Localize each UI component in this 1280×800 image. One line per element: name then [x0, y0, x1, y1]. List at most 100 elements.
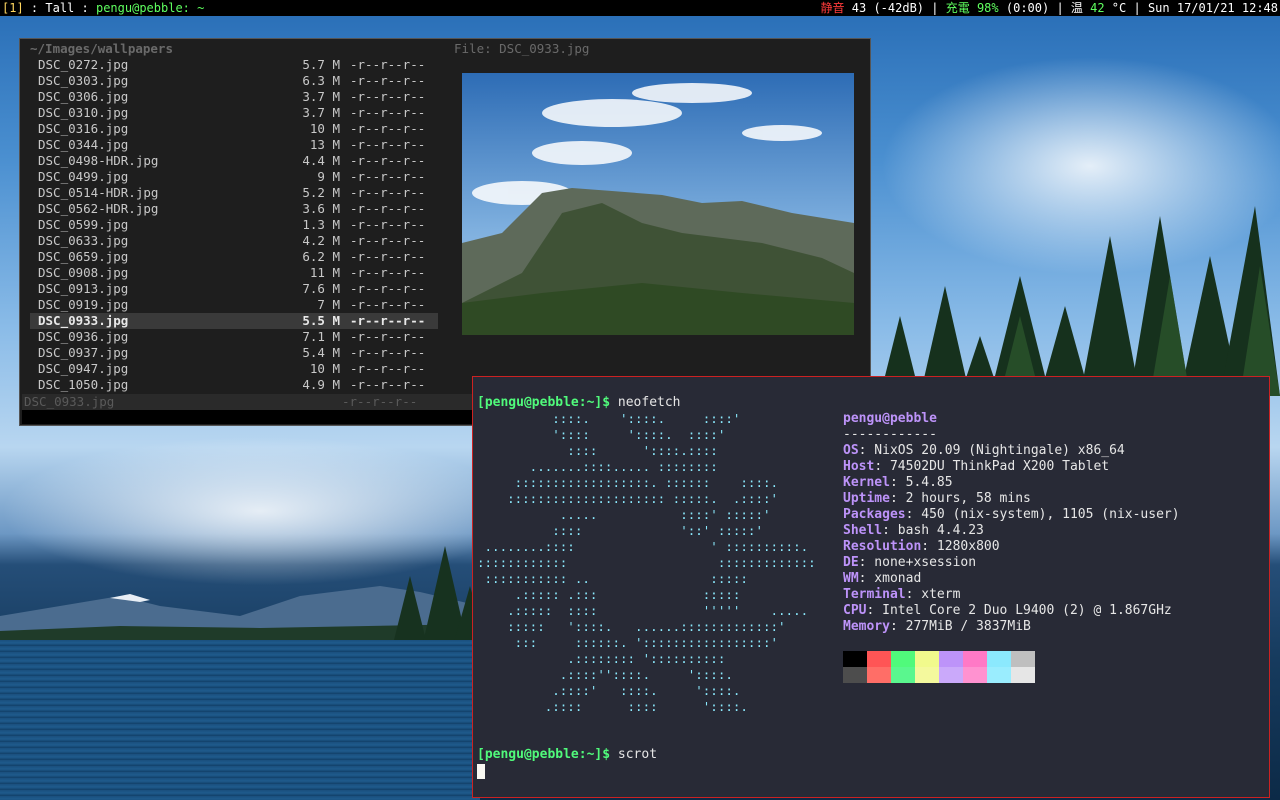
status-bar: [1] : Tall : pengu@pebble: ~ 静音 43 (-42d… [0, 0, 1280, 16]
file-size: 7.1 M [302, 329, 340, 344]
color-swatch [915, 667, 939, 683]
info-key: Memory [843, 619, 890, 634]
file-permissions: -r--r--r-- [350, 121, 426, 136]
file-size: 10 M [309, 361, 340, 376]
file-row[interactable]: DSC_0633.jpg 4.2 M -r--r--r-- [30, 233, 438, 249]
preview-photo [462, 73, 854, 335]
window-title: pengu@pebble: ~ [95, 1, 205, 15]
file-row[interactable]: DSC_0316.jpg 10 M -r--r--r-- [30, 121, 438, 137]
file-permissions: -r--r--r-- [350, 185, 426, 200]
info-key: Shell [843, 523, 883, 538]
file-row[interactable]: DSC_0936.jpg 7.1 M -r--r--r-- [30, 329, 438, 345]
info-value: : 74502DU ThinkPad X200 Tablet [874, 459, 1110, 474]
info-value: : xmonad [858, 571, 922, 586]
image-preview [462, 73, 854, 335]
info-row: Shell: bash 4.4.23 [843, 523, 1180, 539]
file-permissions: -r--r--r-- [350, 345, 426, 360]
palette-row [843, 651, 1035, 667]
file-size: 1.3 M [302, 217, 340, 232]
file-name: DSC_0599.jpg [38, 217, 129, 232]
file-list[interactable]: DSC_0272.jpg 5.7 M -r--r--r-- DSC_0303.jpg 6… [30, 57, 438, 393]
file-name: DSC_0562-HDR.jpg [38, 201, 159, 216]
file-row[interactable]: DSC_0599.jpg 1.3 M -r--r--r-- [30, 217, 438, 233]
info-value: : 277MiB / 3837MiB [889, 619, 1031, 634]
temperature: 42 [1090, 1, 1105, 15]
separator: | [1133, 1, 1141, 15]
file-row[interactable]: DSC_0947.jpg 10 M -r--r--r-- [30, 361, 438, 377]
file-row[interactable]: DSC_0913.jpg 7.6 M -r--r--r-- [30, 281, 438, 297]
file-row[interactable]: DSC_0933.jpg 5.5 M -r--r--r-- [30, 313, 438, 329]
footer-permissions: -r--r--r-- [342, 394, 418, 409]
file-permissions: -r--r--r-- [350, 377, 426, 392]
info-key: Terminal [843, 587, 906, 602]
file-size: 5.7 M [302, 57, 340, 72]
info-rows: OS: NixOS 20.09 (Nightingale) x86_64 Host… [843, 443, 1180, 635]
file-size: 6.3 M [302, 73, 340, 88]
file-row[interactable]: DSC_0306.jpg 3.7 M -r--r--r-- [30, 89, 438, 105]
color-swatch [1011, 651, 1035, 667]
info-row: OS: NixOS 20.09 (Nightingale) x86_64 [843, 443, 1180, 459]
user-host: pengu@pebble [843, 411, 937, 426]
temp-unit: °C [1104, 1, 1134, 15]
file-name: DSC_0316.jpg [38, 121, 129, 136]
file-row[interactable]: DSC_0303.jpg 6.3 M -r--r--r-- [30, 73, 438, 89]
file-size: 10 M [309, 121, 340, 136]
shell-prompt: [pengu@pebble:~]$ [477, 747, 611, 762]
file-manager-window[interactable]: ~/Images/wallpapers File: DSC_0933.jpg D… [19, 38, 871, 426]
file-name: DSC_0344.jpg [38, 137, 129, 152]
file-row[interactable]: DSC_0272.jpg 5.7 M -r--r--r-- [30, 57, 438, 73]
file-row[interactable]: DSC_0310.jpg 3.7 M -r--r--r-- [30, 105, 438, 121]
file-row[interactable]: DSC_1050.jpg 4.9 M -r--r--r-- [30, 377, 438, 393]
file-permissions: -r--r--r-- [350, 105, 426, 120]
file-permissions: -r--r--r-- [350, 153, 426, 168]
file-size: 7.6 M [302, 281, 340, 296]
file-row[interactable]: DSC_0344.jpg 13 M -r--r--r-- [30, 137, 438, 153]
temp-label: 温 [1063, 1, 1091, 15]
status-bar-right: 静音 43 (-42dB) | 充電 98% (0:00) | 温 42 °C … [821, 0, 1278, 16]
info-row: WM: xmonad [843, 571, 1180, 587]
info-row: Terminal: xterm [843, 587, 1180, 603]
file-row[interactable]: DSC_0514-HDR.jpg 5.2 M -r--r--r-- [30, 185, 438, 201]
file-name: DSC_0913.jpg [38, 281, 129, 296]
file-permissions: -r--r--r-- [350, 73, 426, 88]
mute-label: 静音 [820, 1, 845, 15]
file-name: DSC_0498-HDR.jpg [38, 153, 159, 168]
current-path: ~/Images/wallpapers [30, 41, 173, 56]
file-row[interactable]: DSC_0498-HDR.jpg 4.4 M -r--r--r-- [30, 153, 438, 169]
info-key: DE [843, 555, 859, 570]
palette-row [843, 667, 1035, 683]
file-size: 5.4 M [302, 345, 340, 360]
info-value: : 2 hours, 58 mins [889, 491, 1031, 506]
file-name: DSC_0514-HDR.jpg [38, 185, 159, 200]
wallpaper-lake [0, 640, 480, 800]
info-row: Uptime: 2 hours, 58 mins [843, 491, 1180, 507]
workspace-indicator[interactable]: [1] [2, 1, 24, 15]
file-row[interactable]: DSC_0908.jpg 11 M -r--r--r-- [30, 265, 438, 281]
file-row[interactable]: DSC_0562-HDR.jpg 3.6 M -r--r--r-- [30, 201, 438, 217]
file-name: DSC_0272.jpg [38, 57, 129, 72]
file-size: 5.5 M [302, 313, 340, 328]
file-name: DSC_0937.jpg [38, 345, 129, 360]
color-swatch [987, 667, 1011, 683]
color-swatch [963, 651, 987, 667]
text-cursor[interactable] [477, 764, 485, 779]
info-row: Kernel: 5.4.85 [843, 475, 1180, 491]
file-permissions: -r--r--r-- [350, 217, 426, 232]
info-row: Packages: 450 (nix-system), 1105 (nix-us… [843, 507, 1180, 523]
file-row[interactable]: DSC_0659.jpg 6.2 M -r--r--r-- [30, 249, 438, 265]
info-key: CPU [843, 603, 867, 618]
file-row[interactable]: DSC_0919.jpg 7 M -r--r--r-- [30, 297, 438, 313]
clock: Sun 17/01/21 12:48 [1140, 1, 1278, 15]
terminal-window[interactable]: [pengu@pebble:~]$ neofetch ::::. '::::. … [472, 376, 1270, 798]
color-swatch [843, 667, 867, 683]
color-swatch [963, 667, 987, 683]
file-size: 9 M [317, 169, 340, 184]
file-row[interactable]: DSC_0499.jpg 9 M -r--r--r-- [30, 169, 438, 185]
layout-name[interactable]: Tall [45, 1, 74, 15]
footer-filename: DSC_0933.jpg [24, 394, 115, 409]
file-name: DSC_0936.jpg [38, 329, 129, 344]
file-size: 4.4 M [302, 153, 340, 168]
file-permissions: -r--r--r-- [350, 249, 426, 264]
file-row[interactable]: DSC_0937.jpg 5.4 M -r--r--r-- [30, 345, 438, 361]
file-permissions: -r--r--r-- [350, 313, 426, 328]
